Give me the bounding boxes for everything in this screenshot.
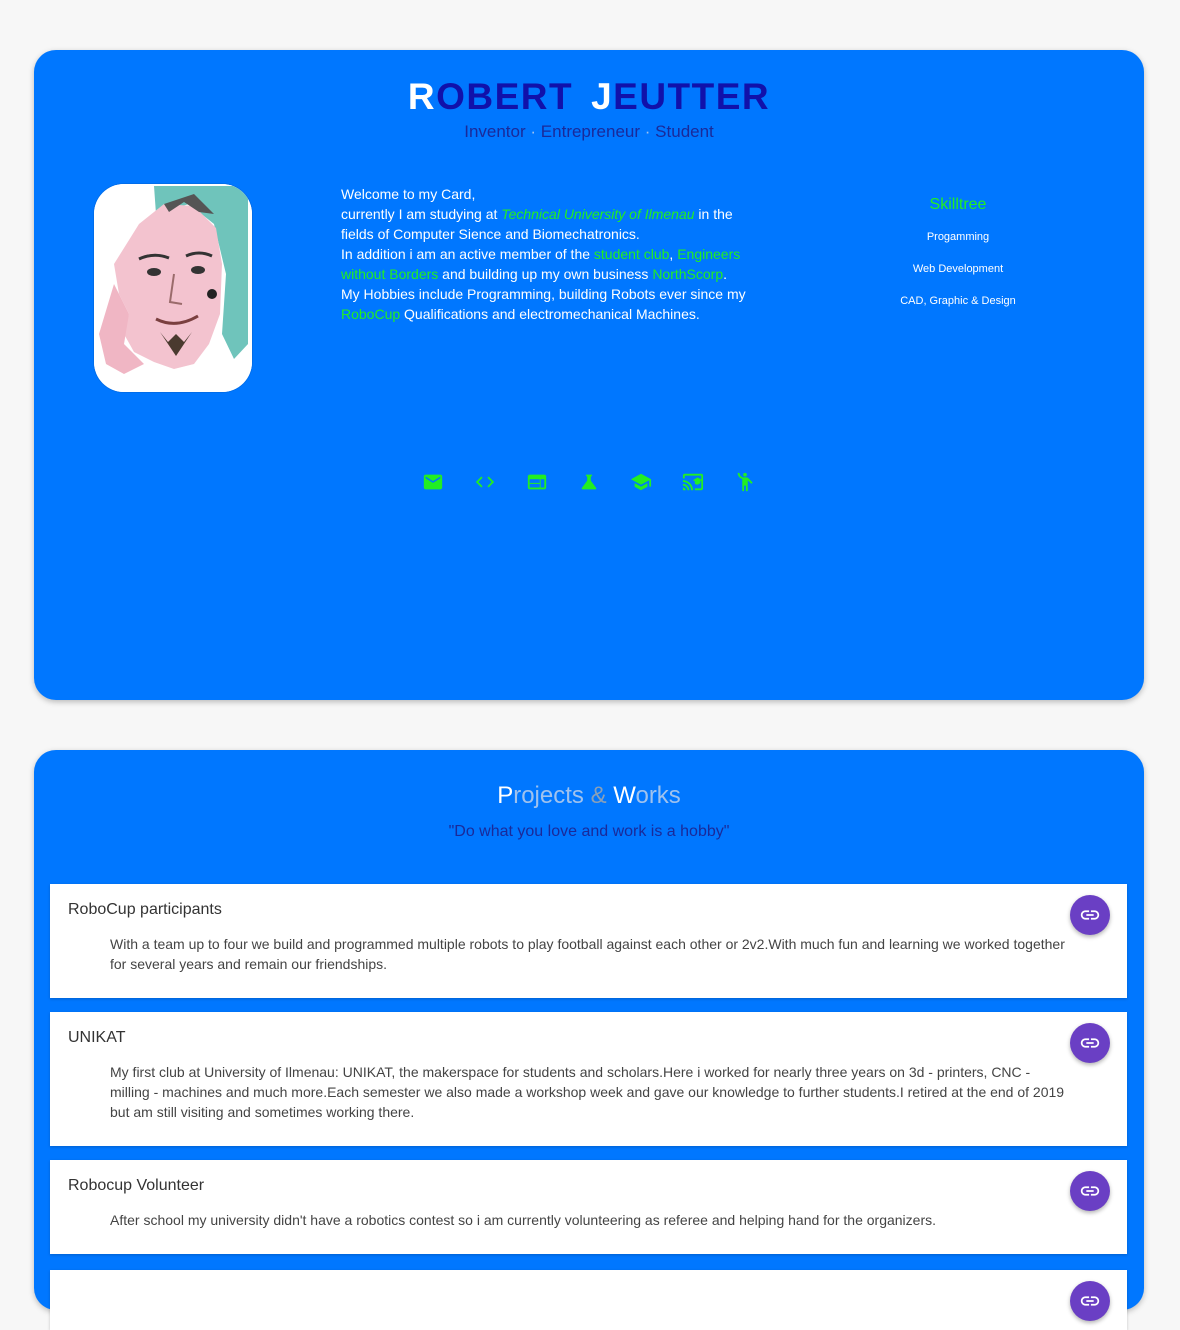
project-title: Robocup Volunteer: [68, 1177, 205, 1194]
subtitle-role: Entrepreneur: [540, 122, 641, 141]
project-item: Robocup Volunteer After school my univer…: [50, 1160, 1127, 1254]
school-icon[interactable]: [629, 470, 653, 494]
intro-line: Qualifications and electromechanical Mac…: [400, 306, 700, 322]
link-button[interactable]: [1070, 895, 1110, 935]
link-icon: [1080, 1186, 1100, 1196]
skilltree-title: Skilltree: [929, 196, 987, 213]
intro-line: and building up my own business: [438, 266, 653, 282]
name-initial-last: J: [591, 76, 614, 117]
link-button[interactable]: [1070, 1023, 1110, 1063]
skilltree: Skilltree Progamming Web Development CAD…: [858, 194, 1058, 326]
avatar: [94, 184, 252, 392]
project-description: After school my university didn't have a…: [110, 1212, 936, 1228]
intro-line: currently I am studying at: [341, 206, 502, 222]
northscorp-link[interactable]: NorthScorp: [652, 266, 723, 282]
link-button[interactable]: [1070, 1281, 1110, 1321]
science-icon[interactable]: [577, 470, 601, 494]
link-button[interactable]: [1070, 1171, 1110, 1211]
intro-line: Welcome to my Card,: [341, 186, 476, 202]
profile-name: ROBERT JEUTTER: [34, 77, 1144, 117]
skill-item-web-development[interactable]: Web Development: [858, 262, 1058, 276]
project-description: My first club at University of Ilmenau: …: [110, 1064, 1065, 1120]
title-rest: rojects: [513, 782, 584, 809]
projects-card: Projects & Works "Do what you love and w…: [34, 750, 1144, 1330]
project-description: With a team up to four we build and prog…: [110, 936, 1065, 972]
code-icon[interactable]: [473, 470, 497, 494]
skill-item-programming[interactable]: Progamming: [858, 230, 1058, 244]
title-initial: W: [613, 782, 636, 809]
name-first-rest: OBERT: [436, 76, 574, 117]
project-item: RoboCup participants With a team up to f…: [50, 884, 1127, 998]
project-title: UNIKAT: [68, 1029, 126, 1046]
link-icon: [1080, 1038, 1100, 1048]
intro-line: In addition i am an active member of the: [341, 246, 594, 262]
link-icon: [1080, 910, 1100, 920]
projects-quote: "Do what you love and work is a hobby": [448, 823, 730, 840]
profile-card: ROBERT JEUTTER Inventor · Entrepreneur · …: [34, 50, 1144, 700]
project-title: RoboCup participants: [68, 901, 222, 918]
web-icon[interactable]: [525, 470, 549, 494]
intro-punct: .: [723, 266, 728, 282]
intro-text: Welcome to my Card, currently I am study…: [341, 184, 751, 324]
title-ampersand: &: [590, 782, 607, 809]
subtitle-role: Inventor: [464, 122, 526, 141]
project-item: [50, 1270, 1127, 1330]
social-icons-row: [34, 470, 1144, 494]
profile-subtitle: Inventor · Entrepreneur · Student: [34, 121, 1144, 143]
link-icon: [1080, 1296, 1100, 1306]
subtitle-role: Student: [655, 122, 714, 141]
project-item: UNIKAT My first club at University of Il…: [50, 1012, 1127, 1146]
mail-icon[interactable]: [421, 470, 445, 494]
robocup-link[interactable]: RoboCup: [341, 306, 400, 322]
projects-title: Projects & Works: [34, 780, 1144, 812]
university-link[interactable]: Technical University of Ilmenau: [501, 206, 694, 222]
skill-item-cad-design[interactable]: CAD, Graphic & Design: [858, 294, 1058, 308]
intro-line: My Hobbies include Programming, building…: [341, 286, 746, 302]
name-initial-first: R: [407, 76, 437, 117]
accessibility-icon[interactable]: [733, 470, 757, 494]
name-last-rest: EUTTER: [613, 76, 771, 117]
title-rest: orks: [635, 782, 681, 809]
avatar-illustration: [94, 184, 252, 392]
subtitle-separator: ·: [530, 122, 537, 141]
student-club-link[interactable]: student club: [594, 246, 670, 262]
title-initial: P: [497, 782, 514, 809]
cast-for-education-icon[interactable]: [681, 470, 705, 494]
subtitle-separator: ·: [644, 122, 651, 141]
